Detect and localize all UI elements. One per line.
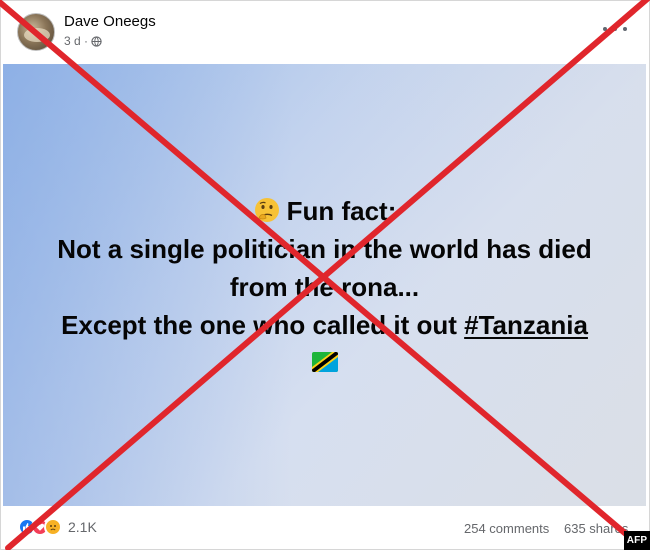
reaction-count: 2.1K xyxy=(68,519,97,535)
afp-watermark: AFP xyxy=(624,531,650,550)
sad-icon xyxy=(44,518,62,536)
reactions-summary[interactable]: 2.1K xyxy=(18,518,97,536)
facebook-post-card: Dave Oneegs 3 d · Fun fact: Not a single… xyxy=(0,0,650,550)
comments-count[interactable]: 254 comments xyxy=(464,521,549,536)
shares-count[interactable]: 635 shares xyxy=(564,521,628,536)
image-text: Fun fact: Not a single politician in the… xyxy=(3,192,646,382)
fun-fact-label: Fun fact: xyxy=(286,196,397,226)
globe-icon xyxy=(91,35,102,47)
text-line-1: Fun fact: xyxy=(3,192,646,230)
more-options-icon[interactable] xyxy=(603,21,627,37)
author-name[interactable]: Dave Oneegs xyxy=(64,13,156,30)
avatar[interactable] xyxy=(17,13,55,51)
hashtag-link[interactable]: #Tanzania xyxy=(464,310,588,340)
post-meta: 3 d · xyxy=(64,34,102,48)
post-image[interactable]: Fun fact: Not a single politician in the… xyxy=(3,64,646,506)
text-line-2: Not a single politician in the world has… xyxy=(57,234,592,264)
text-line-5 xyxy=(3,344,646,382)
text-line-4: Except the one who called it out #Tanzan… xyxy=(3,306,646,344)
post-footer: 2.1K 254 comments 635 shares xyxy=(1,506,650,550)
text-line-4-prefix: Except the one who called it out xyxy=(61,310,465,340)
post-header: Dave Oneegs 3 d · xyxy=(1,1,650,63)
thinking-face-icon xyxy=(254,198,279,222)
tanzania-flag-icon xyxy=(311,352,338,372)
text-line-3: from the rona... xyxy=(229,272,420,302)
post-time[interactable]: 3 d · xyxy=(64,34,88,48)
